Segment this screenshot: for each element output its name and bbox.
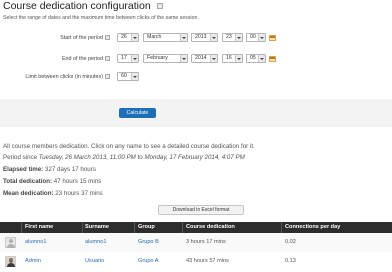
- help-icon[interactable]: [105, 35, 110, 41]
- end-day-select[interactable]: 17: [117, 54, 139, 63]
- period-to: to: [137, 154, 143, 161]
- chevron-down-icon: [235, 34, 242, 41]
- page-title: Course dedication configuration: [3, 0, 163, 12]
- download-excel-button[interactable]: Download in Excel format: [158, 205, 244, 215]
- start-period-label-text: Start of the period: [60, 35, 103, 41]
- surname-link[interactable]: Usuario: [85, 258, 104, 264]
- group-link[interactable]: Grupo B: [138, 239, 159, 245]
- results-intro: All course members dedication. Click on …: [3, 143, 255, 150]
- form-intro: Select the range of dates and the maximu…: [3, 15, 199, 21]
- period-end: Monday, 17 February 2014, 4:07 PM: [144, 154, 245, 161]
- end-hour-select[interactable]: 16: [222, 54, 243, 63]
- surname-link[interactable]: alumno1: [85, 239, 106, 245]
- limit-label: Limit between clicks (in minutes): [2, 74, 110, 80]
- elapsed-time: Elapsed time: 327 days 17 hours: [3, 166, 96, 173]
- start-month-value: March: [147, 34, 162, 40]
- header-course-dedication[interactable]: Course dedication: [186, 224, 235, 230]
- start-minute-select[interactable]: 00: [246, 33, 266, 42]
- start-year-value: 2013: [195, 34, 207, 40]
- chevron-down-icon: [235, 55, 242, 62]
- table-row: alumno1 alumno1 Grupo B 3 hours 17 mins …: [0, 233, 392, 252]
- group-link[interactable]: Grupo A: [138, 258, 159, 264]
- end-month-value: February: [147, 55, 168, 61]
- course-dedication-value: 43 hours 57 mins: [186, 258, 229, 264]
- course-dedication-value: 3 hours 17 mins: [186, 239, 226, 245]
- column-divider: [281, 222, 282, 233]
- connections-value: 0.02: [285, 239, 296, 245]
- page-title-text: Course dedication configuration: [3, 0, 151, 12]
- avatar: [5, 237, 16, 248]
- start-day-select[interactable]: 26: [117, 33, 139, 42]
- start-month-select[interactable]: March: [143, 33, 188, 42]
- chevron-down-icon: [131, 73, 138, 80]
- start-hour-select[interactable]: 23: [222, 33, 243, 42]
- total-dedication: Total dedication: 47 hours 15 mins: [3, 178, 101, 185]
- chevron-down-icon: [258, 34, 265, 41]
- avatar: [5, 256, 16, 267]
- end-period-label: End of the period: [20, 56, 110, 62]
- chevron-down-icon: [131, 55, 138, 62]
- total-label: Total dedication:: [3, 178, 53, 185]
- column-divider: [182, 222, 183, 233]
- column-divider: [21, 222, 22, 233]
- chevron-down-icon: [180, 34, 187, 41]
- end-month-select[interactable]: February: [143, 54, 188, 63]
- header-first-name[interactable]: First name: [25, 224, 53, 230]
- chevron-down-icon: [131, 34, 138, 41]
- table-row: Admin Usuario Grupo A 43 hours 57 mins 0…: [0, 252, 392, 271]
- end-year-value: 2014: [195, 55, 207, 61]
- limit-select[interactable]: 60: [117, 72, 139, 81]
- start-day-value: 26: [121, 34, 127, 40]
- header-surname[interactable]: Surname: [85, 224, 109, 230]
- total-value: 47 hours 15 mins: [53, 178, 102, 185]
- calendar-icon[interactable]: [269, 56, 276, 62]
- start-hour-value: 23: [226, 34, 232, 40]
- help-icon[interactable]: [105, 74, 110, 80]
- first-name-link[interactable]: alumno1: [25, 239, 46, 245]
- table-header: First name Surname Group Course dedicati…: [0, 222, 392, 233]
- limit-label-text: Limit between clicks (in minutes): [25, 74, 103, 80]
- chevron-down-icon: [210, 34, 217, 41]
- end-day-value: 17: [121, 55, 127, 61]
- elapsed-label: Elapsed time:: [3, 166, 44, 173]
- period-start: Tuesday, 26 March 2013, 11:00 PM: [38, 154, 136, 161]
- elapsed-value: 327 days 17 hours: [44, 166, 96, 173]
- start-year-select[interactable]: 2013: [191, 33, 218, 42]
- limit-value: 60: [121, 73, 127, 79]
- start-minute-value: 00: [250, 34, 256, 40]
- end-period-label-text: End of the period: [61, 56, 103, 62]
- chevron-down-icon: [180, 55, 187, 62]
- mean-label: Mean dedication:: [3, 190, 54, 197]
- header-connections-per-day[interactable]: Connections per day: [285, 224, 340, 230]
- first-name-link[interactable]: Admin: [25, 258, 41, 264]
- chevron-down-icon: [258, 55, 265, 62]
- end-minute-value: 05: [250, 55, 256, 61]
- calculate-panel: [0, 99, 392, 127]
- period-prefix: Period since: [3, 154, 38, 161]
- start-period-label: Start of the period: [20, 35, 110, 41]
- column-divider: [134, 222, 135, 233]
- chevron-down-icon: [210, 55, 217, 62]
- end-minute-select[interactable]: 05: [246, 54, 266, 63]
- calendar-icon[interactable]: [269, 35, 276, 41]
- end-hour-value: 16: [226, 55, 232, 61]
- calculate-button[interactable]: Calculate: [119, 108, 156, 118]
- header-group[interactable]: Group: [138, 224, 155, 230]
- mean-dedication: Mean dedication: 23 hours 37 mins: [3, 190, 103, 197]
- end-year-select[interactable]: 2014: [191, 54, 218, 63]
- column-divider: [82, 222, 83, 233]
- period-summary: Period since Tuesday, 26 March 2013, 11:…: [3, 154, 245, 161]
- help-icon[interactable]: [156, 3, 163, 10]
- help-icon[interactable]: [105, 56, 110, 62]
- connections-value: 0.13: [285, 258, 296, 264]
- mean-value: 23 hours 37 mins: [55, 190, 103, 197]
